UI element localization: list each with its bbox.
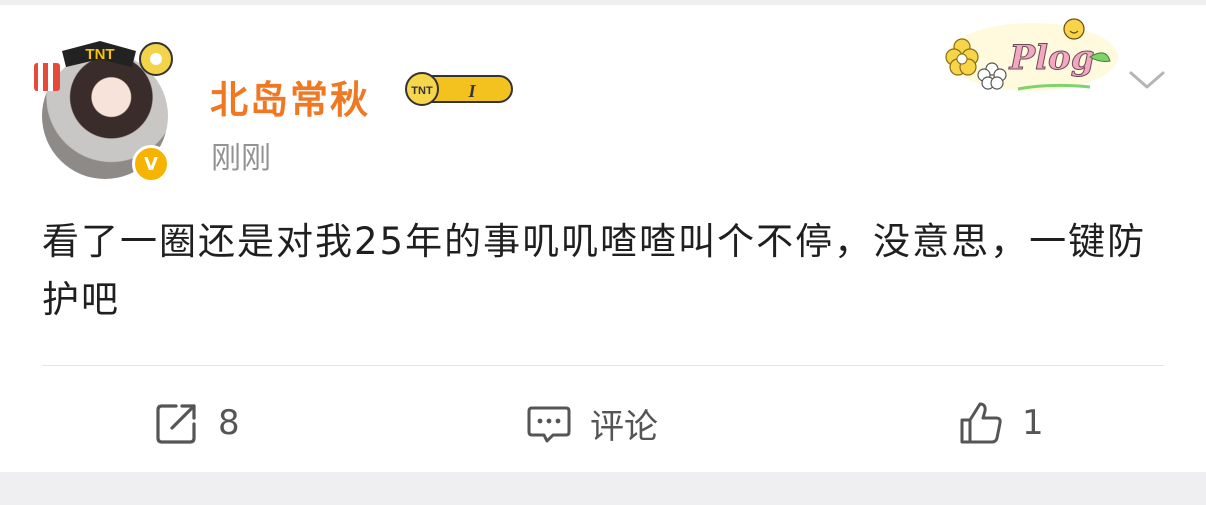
like-button[interactable]: 1 [958, 398, 1044, 448]
post-timestamp: 刚刚 [211, 141, 271, 176]
repost-button[interactable]: 8 [154, 398, 240, 448]
plog-decoration: Plog [945, 18, 1118, 91]
svg-text:TNT: TNT [85, 46, 114, 63]
repost-count: 8 [218, 403, 240, 443]
repost-icon [156, 404, 196, 444]
thumbs-up-icon [960, 402, 1002, 444]
verified-v-icon: V [132, 145, 170, 183]
svg-text:I: I [467, 81, 476, 101]
username[interactable]: 北岛常秋 [210, 69, 370, 124]
chevron-down-icon[interactable] [1127, 65, 1167, 95]
avatar[interactable]: TNT V [34, 41, 173, 183]
post-content: 看了一圈还是对我25年的事叽叽喳喳叫个不停，没意思，一键防护吧 [42, 220, 1147, 321]
post-card: TNT V 北岛常秋 TNT I 刚刚 Plog 看了一圈还是对我25年的事叽叽… [0, 5, 1206, 472]
avatar-frame-decoration: TNT [34, 41, 173, 91]
comment-label: 评论 [590, 406, 658, 447]
svg-text:Plog: Plog [1009, 38, 1095, 78]
level-badge[interactable]: TNT I [400, 72, 514, 106]
like-count: 1 [1022, 403, 1044, 443]
comment-button[interactable]: 评论 [526, 398, 658, 448]
divider [42, 365, 1164, 366]
comment-icon [527, 406, 571, 443]
svg-text:TNT: TNT [411, 85, 433, 97]
